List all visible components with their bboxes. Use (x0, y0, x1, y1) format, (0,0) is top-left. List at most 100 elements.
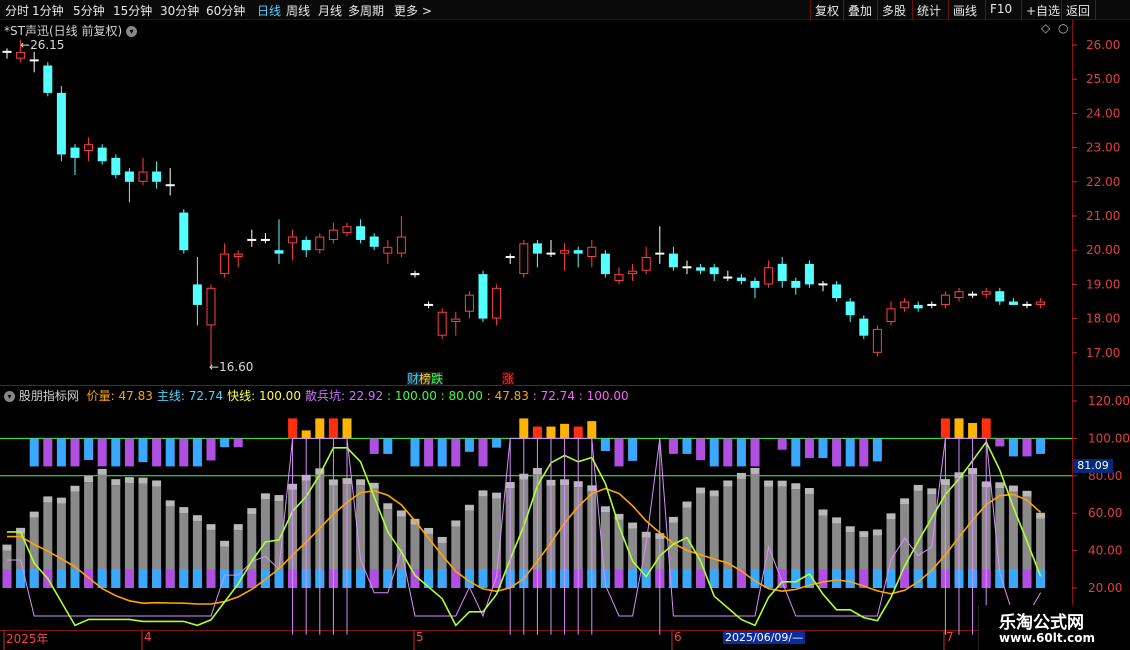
candle-body-down (750, 280, 760, 288)
candle-body-up (560, 250, 570, 254)
indicator-name[interactable]: 股朋指标网 (19, 389, 79, 403)
period-tab-9[interactable]: 多周期 (348, 2, 384, 19)
indicator-grey-cap (832, 517, 842, 524)
indicator-axis-label: 100.00 (1088, 431, 1130, 445)
settings-icon[interactable]: ○ (1058, 21, 1068, 35)
indicator-extra-2: : 47.83 (482, 389, 529, 403)
candle-body-up (16, 51, 26, 59)
candle-body-down (573, 250, 583, 254)
chevron-down-icon[interactable]: ▾ (4, 391, 15, 402)
indicator-grey-cap (682, 501, 692, 508)
indicator-hang-bar (736, 438, 746, 467)
event-label-die[interactable]: 跌 (431, 372, 444, 386)
period-tab-2[interactable]: 5分钟 (73, 2, 105, 19)
candle-body-up (342, 226, 352, 234)
period-tab-10[interactable]: 更多 > (394, 2, 432, 19)
toolbar-separator (1021, 0, 1022, 20)
price-axis-label: 23.00 (1086, 141, 1120, 155)
toolbar-button-6[interactable]: +自选 (1026, 2, 1060, 19)
candle-body-up (628, 270, 638, 275)
indicator-grey-cap (2, 544, 12, 551)
indicator-grey-cap (913, 484, 923, 491)
price-axis-label: 21.00 (1086, 209, 1120, 223)
toolbar-separator (948, 0, 949, 20)
candle-body-up (464, 294, 474, 312)
indicator-grey-cap (192, 515, 202, 522)
indicator-grey-cap (736, 472, 746, 479)
period-tab-3[interactable]: 15分钟 (113, 2, 152, 19)
period-tab-1[interactable]: 1分钟 (32, 2, 64, 19)
toolbar-button-0[interactable]: 复权 (815, 2, 839, 19)
period-tab-0[interactable]: 分时 (5, 2, 29, 19)
period-tab-5[interactable]: 60分钟 (206, 2, 245, 19)
candle-body-up (641, 257, 651, 271)
indicator-bottom-bar (736, 569, 746, 588)
indicator-bottom-bar (764, 569, 774, 588)
candle-body-down (111, 157, 121, 175)
indicator-bottom-bar (152, 569, 162, 588)
indicator-bottom-bar (696, 569, 706, 588)
indicator-grey-cap (356, 479, 366, 486)
toolbar-button-4[interactable]: 画线 (953, 2, 977, 19)
toolbar-separator (877, 0, 878, 20)
indicator-bottom-bar (872, 569, 882, 588)
period-tab-4[interactable]: 30分钟 (160, 2, 199, 19)
candle-body-up (1036, 301, 1046, 305)
candle-body-up (328, 229, 338, 240)
toolbar-button-1[interactable]: 叠加 (848, 2, 872, 19)
indicator-hang-bar (97, 438, 107, 467)
indicator-bottom-bar (247, 569, 257, 588)
event-label-cai[interactable]: 财 (407, 372, 420, 386)
indicator-bottom-bar (818, 569, 828, 588)
indicator-hang-bar (451, 438, 461, 467)
indicator-grey-cap (492, 492, 502, 499)
indicator-grey-cap (723, 480, 733, 487)
indicator-top-bar (981, 418, 991, 439)
candle-body-up (614, 274, 624, 281)
period-tab-8[interactable]: 月线 (318, 2, 342, 19)
candle-body-down (845, 301, 855, 316)
indicator-grey-cap (437, 536, 447, 543)
date-label-1: 4 (144, 630, 152, 644)
event-label-zhang[interactable]: 涨 (502, 370, 515, 387)
period-tab-6[interactable]: 日线 (257, 2, 281, 19)
indicator-bottom-bar (709, 569, 719, 588)
indicator-top-bar (560, 423, 570, 439)
toolbar-button-2[interactable]: 多股 (882, 2, 906, 19)
indicator-axis-label: 40.00 (1088, 544, 1122, 558)
toolbar-button-3[interactable]: 统计 (917, 2, 941, 19)
chart-area[interactable]: 26.00 25.00 24.00 23.00 22.00 21.00 20.00 19.00… (0, 20, 1130, 650)
candle-body-down (478, 274, 488, 319)
indicator-hang-bar (138, 438, 148, 463)
diamond-icon[interactable]: ◇ (1041, 21, 1050, 35)
indicator-hang-bar (206, 438, 216, 461)
indicator-grey-cap (56, 497, 66, 504)
indicator-grey-cap (220, 540, 230, 547)
indicator-extra-1: : 80.00 (436, 389, 483, 403)
candle-body-down (192, 284, 202, 305)
period-tab-7[interactable]: 周线 (286, 2, 310, 19)
candle-body-down (97, 147, 107, 162)
toolbar-button-5[interactable]: F10 (990, 2, 1012, 16)
indicator-hang-bar (845, 438, 855, 467)
indicator-bottom-bar (614, 569, 624, 588)
indicator-item-2: 快线: 100.00 (227, 389, 301, 403)
indicator-top-bar (968, 423, 978, 439)
event-label-bang[interactable]: 榜 (419, 372, 432, 386)
candle-body-down (791, 280, 801, 288)
indicator-top-bar (940, 418, 950, 439)
indicator-top-bar (587, 421, 597, 439)
indicator-hang-bar (179, 438, 189, 467)
toolbar-button-7[interactable]: 返回 (1066, 2, 1090, 19)
indicator-grey-cap (478, 490, 488, 497)
chevron-down-icon[interactable]: ▾ (125, 26, 137, 37)
watermark: 乐淘公式网 www.60lt.com (978, 605, 1130, 650)
indicator-bottom-bar (1022, 569, 1032, 588)
candle-body-down (709, 267, 719, 275)
candle-body-down (274, 250, 284, 254)
date-label-0: 2025年 (6, 632, 49, 646)
indicator-top-bar (573, 426, 583, 439)
indicator-grey-cap (165, 500, 175, 507)
candle-body-up (383, 246, 393, 254)
indicator-axis-label: 120.00 (1088, 394, 1130, 408)
